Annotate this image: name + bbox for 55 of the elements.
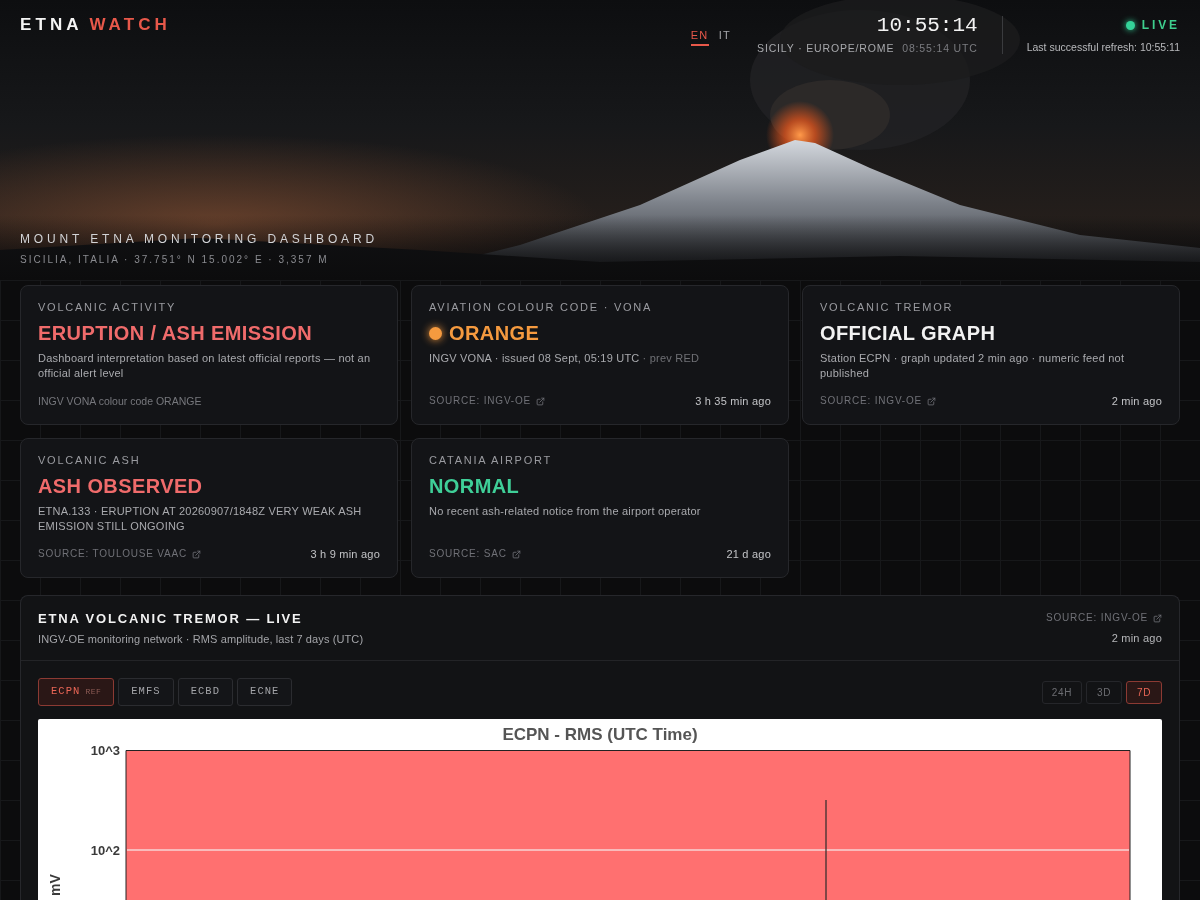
app-title: ETNA WATCH: [20, 14, 171, 36]
external-link-icon: [1153, 613, 1162, 623]
card-status: OFFICIAL GRAPH: [820, 321, 996, 345]
panel-subtitle: INGV-OE monitoring network · RMS amplitude, last 7 days (UTC): [38, 632, 364, 646]
source-link[interactable]: SOURCE: INGV-OE: [429, 394, 545, 408]
card-status: ASH OBSERVED: [38, 474, 203, 498]
station-tab[interactable]: ECNE: [237, 678, 293, 706]
station-tab[interactable]: ECPN REF: [38, 678, 115, 706]
axis-label: mV: [47, 874, 63, 896]
card-label: AVIATION COLOUR CODE · VONA: [429, 300, 653, 314]
card-label: CATANIA AIRPORT: [429, 453, 552, 467]
station-tab[interactable]: ECBD: [177, 678, 234, 706]
source-link[interactable]: SOURCE: INGV-OE: [1046, 611, 1162, 625]
update-age: 2 min ago: [1111, 631, 1162, 645]
dashboard-title: MOUNT ETNA MONITORING DASHBOARD: [20, 231, 378, 247]
timezone-label: SICILY · EUROPE/ROME: [757, 41, 895, 55]
update-age: 2 min ago: [1111, 394, 1162, 408]
source-link[interactable]: SOURCE: SAC: [429, 547, 521, 561]
card-label: VOLCANIC TREMOR: [820, 300, 954, 314]
language-tab[interactable]: IT: [718, 28, 732, 46]
axis-tick-label: 10^2: [90, 843, 120, 858]
utc-time: 08:55:14 UTC: [902, 41, 978, 55]
language-tab[interactable]: EN: [690, 28, 709, 46]
range-tab[interactable]: 7D: [1126, 680, 1162, 704]
card-label: VOLCANIC ASH: [38, 453, 141, 467]
range-tab[interactable]: 3D: [1086, 680, 1122, 704]
card-status: ERUPTION / ASH EMISSION: [38, 321, 313, 345]
source-link[interactable]: SOURCE: INGV-OE: [820, 394, 936, 408]
axis-tick-label: 10^3: [90, 743, 120, 758]
card-description: ETNA.133 · ERUPTION AT 20260907/1848Z VERY WEAK ASH EMISSION STILL ONGOING: [38, 504, 363, 534]
range-tab[interactable]: 24H: [1041, 680, 1082, 704]
station-tab[interactable]: EMFS: [118, 678, 174, 706]
update-age: 3 h 35 min ago: [695, 394, 771, 408]
card-status: NORMAL: [429, 474, 520, 498]
external-link-icon: [536, 396, 545, 406]
refresh-time: Last successful refresh: 10:55:11: [1026, 40, 1180, 54]
update-age: 3 h 9 min ago: [310, 547, 380, 561]
card-description: Dashboard interpretation based on latest official reports — not an official alert level: [38, 351, 372, 381]
external-link-icon: [927, 396, 936, 406]
live-label: LIVE: [1141, 18, 1180, 32]
card-status: ORANGE: [449, 321, 540, 345]
graph-title: ECPN - RMS (UTC Time): [502, 725, 698, 744]
panel-title: ETNA VOLCANIC TREMOR — LIVE: [38, 611, 303, 627]
reference-tag: REF: [85, 686, 102, 698]
card-description: INGV VONA · issued 08 Sept, 05:19 UTC · prev RED: [429, 351, 700, 366]
clock-time: 10:55:14: [876, 14, 978, 38]
card-footnote: INGV VONA colour code ORANGE: [38, 394, 202, 408]
card-label: VOLCANIC ACTIVITY: [38, 300, 177, 314]
external-link-icon: [192, 549, 202, 559]
update-age: 21 d ago: [726, 547, 771, 561]
location-subtitle: SICILIA, ITALIA · 37.751° N 15.002° E · 3,357 M: [20, 253, 329, 267]
external-link-icon: [511, 549, 521, 559]
card-description: No recent ash-related notice from the airport operator: [429, 504, 701, 519]
source-link[interactable]: SOURCE: TOULOUSE VAAC: [38, 547, 202, 561]
card-description: Station ECPN · graph updated 2 min ago · numeric feed not published: [820, 351, 1126, 381]
